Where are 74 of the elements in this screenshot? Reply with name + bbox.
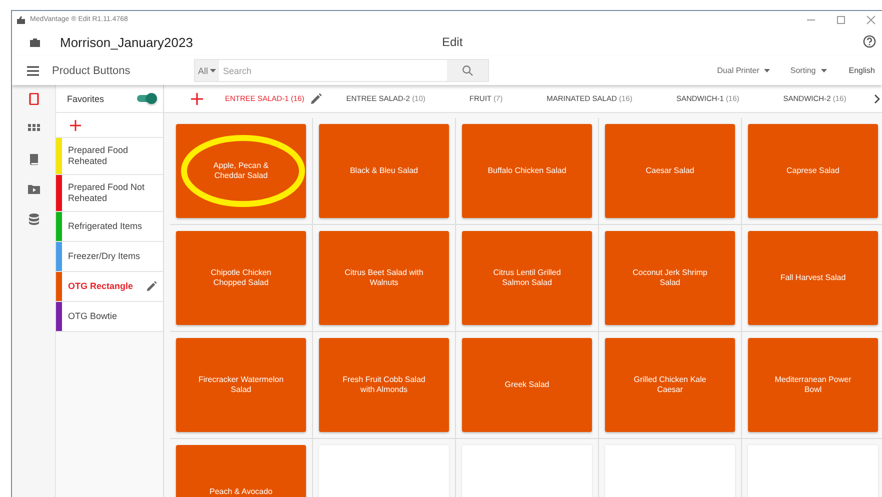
product-button[interactable]: Greek Salad xyxy=(462,338,592,432)
pencil-icon[interactable] xyxy=(146,281,157,292)
product-name: Buffalo Chicken Salad xyxy=(486,166,568,176)
product-button[interactable]: Caesar Salad xyxy=(605,124,735,218)
product-name: Caprese Salad xyxy=(786,166,840,176)
product-name: Greek Salad xyxy=(504,380,550,390)
caret-icon xyxy=(820,68,827,72)
category-item[interactable]: OTG Rectangle xyxy=(56,272,163,302)
category-label: OTG Rectangle xyxy=(68,280,134,293)
category-label: Prepared Food Reheated xyxy=(68,144,130,168)
category-item[interactable]: OTG Bowtie xyxy=(56,302,163,332)
favorites-toggle[interactable] xyxy=(137,95,155,102)
product-button[interactable]: Citrus Lentil Grilled Salmon Salad xyxy=(462,231,592,325)
category-label: Prepared Food Not Reheated xyxy=(68,181,146,205)
product-name: Black & Bleu Salad xyxy=(348,166,420,176)
dropdown-menu[interactable]: Sorting xyxy=(790,66,827,75)
chevron-right-icon[interactable] xyxy=(874,94,880,104)
database-icon[interactable] xyxy=(28,213,40,225)
menu-icon[interactable] xyxy=(27,66,39,76)
product-button[interactable]: Fall Harvest Salad xyxy=(748,231,878,325)
section-title: Product Buttons xyxy=(52,64,132,76)
add-icon[interactable] xyxy=(70,120,81,130)
video-folder-icon[interactable] xyxy=(28,183,40,195)
caret-icon xyxy=(764,68,770,72)
product-button[interactable]: Peach & Avocado xyxy=(176,445,306,497)
favorites-label: Favorites xyxy=(67,94,106,104)
product-button[interactable]: Mediterranean Power Bowl xyxy=(748,338,878,432)
maximize-icon[interactable] xyxy=(836,14,846,24)
caret-icon xyxy=(210,68,216,72)
category-label: Freezer/Dry Items xyxy=(68,250,142,263)
product-button[interactable]: Chipotle Chicken Chopped Salad xyxy=(176,231,306,325)
language-button[interactable]: English xyxy=(848,66,875,75)
product-button[interactable]: Apple, Pecan & Cheddar Salad xyxy=(176,124,306,218)
category-label: OTG Bowtie xyxy=(68,310,118,323)
tablet-icon[interactable] xyxy=(28,93,40,105)
document-title: Morrison_January2023 xyxy=(60,34,193,50)
product-button[interactable]: Fresh Fruit Cobb Salad with Almonds xyxy=(319,338,449,432)
product-name: Citrus Lentil Grilled Salmon Salad xyxy=(492,268,562,288)
product-name: Apple, Pecan & Cheddar Salad xyxy=(212,161,270,181)
product-button[interactable]: Caprese Salad xyxy=(748,124,878,218)
search-field[interactable]: All Search xyxy=(194,59,490,82)
filter-dropdown[interactable]: All xyxy=(195,60,220,81)
product-button[interactable]: Coconut Jerk Shrimp Salad xyxy=(605,231,735,325)
category-label: Refrigerated Items xyxy=(68,220,144,233)
product-name: Fall Harvest Salad xyxy=(779,273,847,283)
help-icon[interactable] xyxy=(863,35,876,48)
product-button[interactable]: Citrus Beet Salad with Walnuts xyxy=(319,231,449,325)
product-name: Citrus Beet Salad with Walnuts xyxy=(344,268,424,288)
dropdown-menu[interactable]: Dual Printer xyxy=(717,66,770,75)
product-name: Mediterranean Power Bowl xyxy=(774,375,852,395)
category-item[interactable]: Prepared Food Reheated xyxy=(56,138,163,175)
briefcase-icon xyxy=(30,38,40,46)
close-icon[interactable] xyxy=(866,14,876,24)
category-item[interactable]: Prepared Food Not Reheated xyxy=(56,175,163,212)
product-name: Firecracker Watermelon Salad xyxy=(197,375,285,395)
search-button[interactable] xyxy=(447,60,488,81)
product-button[interactable]: Buffalo Chicken Salad xyxy=(462,124,592,218)
category-item[interactable]: Freezer/Dry Items xyxy=(56,242,163,272)
product-button[interactable]: Black & Bleu Salad xyxy=(319,124,449,218)
category-item[interactable]: Refrigerated Items xyxy=(56,212,163,242)
product-name: Chipotle Chicken Chopped Salad xyxy=(210,268,272,288)
add-icon[interactable] xyxy=(191,92,203,104)
product-name: Caesar Salad xyxy=(644,166,696,176)
product-button[interactable]: Grilled Chicken Kale Caesar xyxy=(605,338,735,432)
product-button[interactable]: Firecracker Watermelon Salad xyxy=(176,338,306,432)
app-logo-icon xyxy=(16,16,26,24)
product-name: Fresh Fruit Cobb Salad with Almonds xyxy=(342,375,426,395)
pencil-icon[interactable] xyxy=(310,92,322,104)
book-icon[interactable] xyxy=(28,153,40,165)
product-name: Peach & Avocado xyxy=(208,487,274,497)
mode-label: Edit xyxy=(442,35,463,49)
search-icon xyxy=(462,65,474,76)
product-name: Grilled Chicken Kale Caesar xyxy=(632,375,708,395)
product-name: Coconut Jerk Shrimp Salad xyxy=(632,268,708,288)
